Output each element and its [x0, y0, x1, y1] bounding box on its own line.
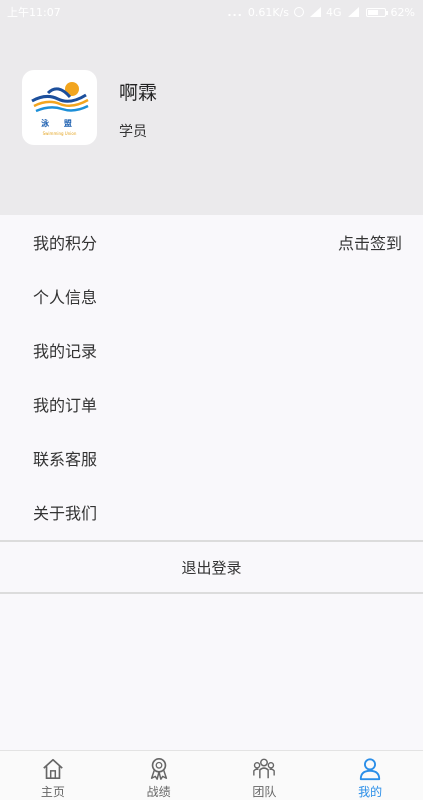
- menu-item-label: 关于我们: [33, 504, 98, 523]
- logout-button[interactable]: 退出登录: [0, 540, 423, 594]
- tab-label: 战绩: [146, 785, 171, 799]
- menu-item-about-us[interactable]: 关于我们: [0, 485, 423, 539]
- menu-item-label: 我的订单: [33, 396, 98, 415]
- tab-achievements[interactable]: 战绩: [106, 751, 212, 800]
- battery-icon: [365, 7, 388, 17]
- menu-item-customer-service[interactable]: 联系客服: [0, 431, 423, 485]
- logo-subtext: Swimming Union: [42, 131, 77, 136]
- tab-label: 主页: [40, 785, 65, 799]
- menu-item-label: 个人信息: [33, 288, 98, 307]
- menu-item-personal-info[interactable]: 个人信息: [0, 269, 423, 323]
- status-dots: ...: [227, 5, 243, 19]
- network-type: 4G: [326, 5, 342, 19]
- signal-icon-2: [347, 7, 359, 17]
- logo-text: 泳 盟: [41, 119, 78, 128]
- user-icon: [359, 758, 381, 781]
- battery-text: 62%: [390, 5, 415, 19]
- team-icon: [253, 758, 276, 779]
- signal-icon: [309, 7, 322, 17]
- user-name: 啊霖: [119, 82, 158, 104]
- menu-item-orders[interactable]: 我的订单: [0, 377, 423, 431]
- sign-in-link[interactable]: 点击签到: [338, 230, 402, 254]
- tab-mine[interactable]: 我的: [317, 751, 423, 800]
- home-icon: [43, 758, 63, 780]
- menu-item-records[interactable]: 我的记录: [0, 323, 423, 377]
- medal-icon: [150, 758, 167, 780]
- tab-label: 我的: [358, 785, 383, 799]
- menu-item-label: 联系客服: [33, 450, 98, 469]
- status-time: 上午11:07: [7, 6, 61, 19]
- profile-header: 上午11:07 ... 0.61K/s 4G 62% 泳 盟 Swimming …: [0, 0, 423, 215]
- bottom-tab-bar: 主页 战绩 团队 我的: [0, 750, 423, 800]
- menu-item-points[interactable]: 我的积分 点击签到: [0, 215, 423, 269]
- tab-team[interactable]: 团队: [212, 751, 318, 800]
- menu-list: 我的积分 点击签到 个人信息 我的记录 我的订单 联系客服 关于我们: [0, 215, 423, 539]
- battery-fill: [367, 9, 378, 15]
- avatar[interactable]: 泳 盟 Swimming Union: [22, 70, 97, 145]
- menu-item-label: 我的积分: [33, 234, 98, 253]
- swimmer-logo-icon: [30, 82, 89, 113]
- status-bar: 上午11:07 ... 0.61K/s 4G 62%: [0, 0, 423, 24]
- tab-label: 团队: [252, 785, 277, 799]
- user-role: 学员: [119, 124, 147, 140]
- network-speed: 0.61K/s: [247, 5, 290, 19]
- alarm-icon: [294, 7, 305, 17]
- tab-home[interactable]: 主页: [0, 751, 106, 800]
- menu-item-label: 我的记录: [33, 342, 98, 361]
